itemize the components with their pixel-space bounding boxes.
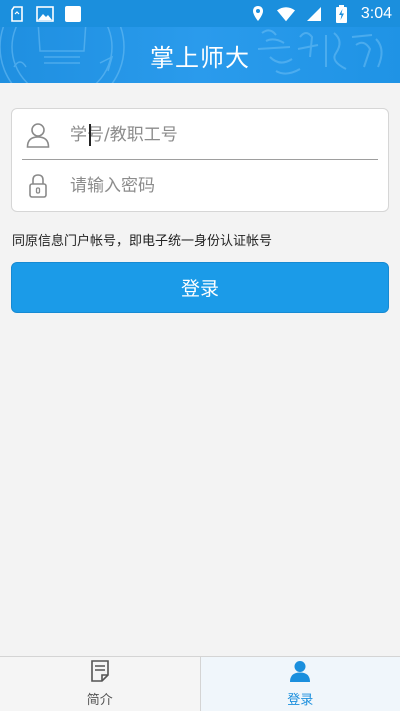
nav-label-intro: 简介	[86, 693, 113, 708]
status-left-icons	[8, 5, 82, 23]
lock-icon	[24, 172, 52, 200]
battery-charging-icon	[333, 4, 351, 23]
login-card	[11, 108, 389, 212]
location-icon	[249, 5, 267, 23]
nav-item-login[interactable]: 登录	[200, 657, 400, 711]
account-hint: 同原信息门户帐号，即电子统一身份认证帐号	[12, 234, 273, 249]
wifi-icon	[276, 5, 295, 23]
app-header: 掌上师大	[0, 27, 400, 83]
text-cursor	[89, 124, 91, 146]
nav-label-login: 登录	[287, 693, 314, 708]
sim-card-icon	[8, 5, 26, 23]
nav-item-intro[interactable]: 简介	[0, 657, 201, 711]
document-icon	[90, 660, 110, 686]
status-right-icons: 3:04	[249, 4, 392, 23]
status-bar: 3:04	[0, 0, 400, 27]
app-square-icon	[64, 5, 82, 23]
login-button[interactable]: 登录	[11, 262, 389, 313]
username-input[interactable]	[70, 124, 378, 145]
username-row	[22, 110, 378, 160]
person-icon	[289, 660, 311, 686]
user-icon	[24, 121, 52, 149]
signal-icon	[305, 5, 323, 23]
image-icon	[36, 5, 54, 23]
status-time: 3:04	[360, 4, 392, 22]
password-input[interactable]	[70, 176, 378, 196]
password-row	[22, 161, 378, 211]
bottom-nav: 简介 登录	[0, 656, 400, 711]
app-title: 掌上师大	[150, 43, 250, 72]
